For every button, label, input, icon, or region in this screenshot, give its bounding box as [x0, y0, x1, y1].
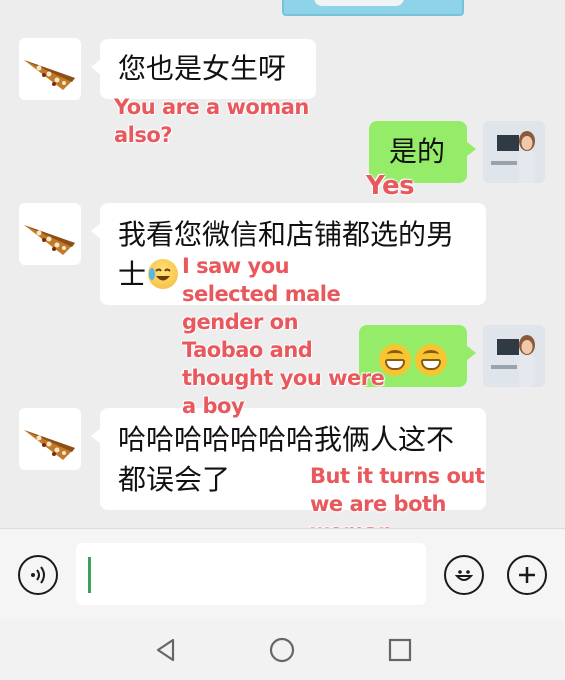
translation-annotation: But it turns out we are both woman.: [310, 464, 485, 528]
voice-input-button[interactable]: [18, 555, 58, 595]
home-circle-icon: [269, 637, 295, 663]
message-text: 是的: [389, 135, 446, 168]
contact-avatar[interactable]: [19, 38, 81, 100]
pizza-icon: [24, 60, 75, 90]
message-text-field[interactable]: [76, 543, 426, 605]
translation-annotation: You are a woman also?: [114, 95, 309, 147]
pizza-icon: [24, 430, 75, 460]
grinning-emoji-icon: [415, 344, 447, 376]
user-photo-icon: [483, 325, 545, 387]
text-cursor: [88, 557, 91, 593]
contact-avatar[interactable]: [19, 203, 81, 265]
message-input-bar: [0, 528, 565, 621]
emoji-icon: [454, 570, 474, 581]
user-avatar[interactable]: [483, 121, 545, 183]
laughing-crying-emoji-icon: [148, 259, 178, 289]
back-button[interactable]: [152, 636, 180, 664]
message-text: 您也是女生呀: [118, 52, 287, 85]
contact-avatar[interactable]: [19, 408, 81, 470]
voice-icon: [31, 566, 45, 584]
recents-square-icon: [388, 638, 412, 662]
user-photo-icon: [483, 121, 545, 183]
emoji-button[interactable]: [444, 555, 484, 595]
home-button[interactable]: [268, 636, 296, 664]
plus-icon: [519, 567, 535, 583]
translation-annotation: I saw you selected male gender on Taobao…: [182, 254, 385, 418]
image-message-partial[interactable]: [282, 0, 464, 16]
user-avatar[interactable]: [483, 325, 545, 387]
pizza-icon: [24, 225, 75, 255]
image-content: [314, 0, 404, 6]
more-options-button[interactable]: [507, 555, 547, 595]
incoming-message-bubble[interactable]: 您也是女生呀: [91, 39, 316, 99]
back-triangle-icon: [156, 638, 175, 662]
translation-annotation: Yes: [366, 171, 415, 201]
recents-button[interactable]: [386, 636, 414, 664]
system-navigation-bar: [0, 620, 565, 680]
chat-area: 您也是女生呀 You are a woman also? 是的 Yes 我看您微…: [0, 0, 565, 528]
